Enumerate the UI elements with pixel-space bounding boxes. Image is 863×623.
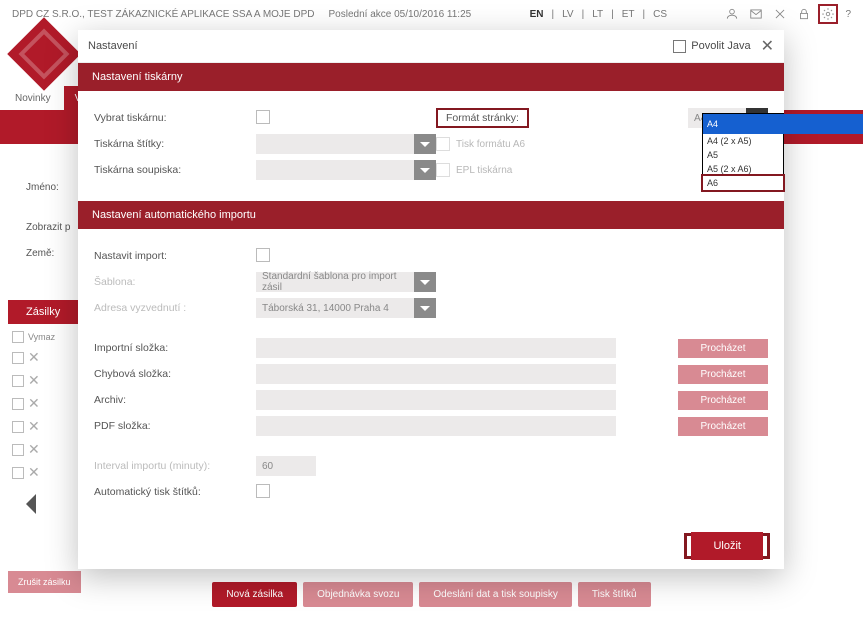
browse-pdf-button[interactable]: Procházet: [678, 417, 768, 436]
user-icon[interactable]: [725, 7, 739, 21]
chevron-down-icon[interactable]: [414, 160, 436, 180]
send-data-button[interactable]: Odeslání dat a tisk soupisky: [419, 582, 572, 607]
epl-printer-checkbox[interactable]: [436, 163, 450, 177]
set-import-label: Nastavit import:: [94, 250, 256, 262]
pickup-address-label: Adresa vyzvednutí :: [94, 302, 256, 314]
pickup-address-select[interactable]: Táborská 31, 14000 Praha 4: [256, 298, 416, 318]
settings-icon[interactable]: [821, 7, 835, 21]
section-printer-header: Nastavení tiskárny: [78, 63, 784, 91]
template-label: Šablona:: [94, 276, 256, 288]
auto-print-label: Automatický tisk štítků:: [94, 486, 256, 498]
a6-print-checkbox[interactable]: [436, 137, 450, 151]
lang-lt[interactable]: LT: [592, 9, 603, 20]
page-format-label: Formát stránky:: [436, 108, 529, 128]
chevron-down-icon[interactable]: [414, 272, 436, 292]
pdf-folder-label: PDF složka:: [94, 420, 256, 432]
help-icon[interactable]: ?: [845, 9, 851, 20]
new-shipment-button[interactable]: Nová zásilka: [212, 582, 297, 607]
printer-labels-label: Tiskárna štítky:: [94, 138, 256, 150]
select-printer-label: Vybrat tiskárnu:: [94, 112, 256, 124]
bg-label-name: Jméno:: [26, 182, 59, 193]
allow-java-label: Povolit Java: [691, 40, 750, 52]
format-option-a4-2a5[interactable]: A4 (2 x A5): [703, 134, 783, 148]
mail-icon[interactable]: [749, 7, 763, 21]
lang-en[interactable]: EN: [530, 9, 544, 20]
dpd-logo: [7, 17, 81, 91]
bg-row-label: Vymaz: [28, 332, 55, 342]
lock-icon[interactable]: [797, 7, 811, 21]
close-icon[interactable]: [773, 7, 787, 21]
printer-list-select[interactable]: [256, 160, 416, 180]
interval-label: Interval importu (minuty):: [94, 460, 256, 472]
lang-cs[interactable]: CS: [653, 9, 667, 20]
format-option-a6[interactable]: A6: [703, 176, 783, 190]
epl-printer-label: EPL tiskárna: [456, 165, 512, 176]
interval-input[interactable]: 60: [256, 456, 316, 476]
bg-label-show: Zobrazit p: [26, 222, 70, 233]
browse-error-button[interactable]: Procházet: [678, 365, 768, 384]
format-option-a4[interactable]: A4: [703, 114, 863, 134]
format-option-a5[interactable]: A5: [703, 148, 783, 162]
error-folder-input[interactable]: [256, 364, 616, 384]
save-highlight: Uložit: [684, 533, 770, 559]
printer-labels-select[interactable]: [256, 134, 416, 154]
archive-label: Archiv:: [94, 394, 256, 406]
lang-et[interactable]: ET: [622, 9, 635, 20]
auto-print-checkbox[interactable]: [256, 484, 270, 498]
save-button[interactable]: Uložit: [691, 532, 763, 560]
modal-title: Nastavení: [88, 40, 138, 52]
tab-news[interactable]: Novinky: [4, 86, 62, 110]
printer-list-label: Tiskárna soupiska:: [94, 164, 256, 176]
template-select[interactable]: Standardní šablona pro import zásil: [256, 272, 416, 292]
last-action: Poslední akce 05/10/2016 11:25: [329, 9, 472, 20]
pdf-folder-input[interactable]: [256, 416, 616, 436]
bg-table: Vymaz ✕ ✕ ✕ ✕ ✕ ✕: [12, 328, 82, 484]
archive-input[interactable]: [256, 390, 616, 410]
chevron-down-icon[interactable]: [414, 134, 436, 154]
section-import-header: Nastavení automatického importu: [78, 201, 784, 229]
page-format-dropdown: A4 A4 (2 x A5) A5 A5 (2 x A6) A6: [702, 113, 784, 191]
format-option-a5-2a6[interactable]: A5 (2 x A6): [703, 162, 783, 176]
language-switcher: EN| LV| LT| ET| CS: [471, 9, 725, 20]
scroll-left-icon[interactable]: [26, 494, 36, 514]
lang-lv[interactable]: LV: [562, 9, 574, 20]
set-import-checkbox[interactable]: [256, 248, 270, 262]
browse-import-button[interactable]: Procházet: [678, 339, 768, 358]
pickup-order-button[interactable]: Objednávka svozu: [303, 582, 413, 607]
browse-archive-button[interactable]: Procházet: [678, 391, 768, 410]
bg-label-country: Země:: [26, 248, 54, 259]
chevron-down-icon[interactable]: [414, 298, 436, 318]
company-name: DPD CZ S.R.O., TEST ZÁKAZNICKÉ APLIKACE …: [12, 9, 315, 20]
error-folder-label: Chybová složka:: [94, 368, 256, 380]
print-labels-button[interactable]: Tisk štítků: [578, 582, 651, 607]
allow-java-checkbox[interactable]: [673, 40, 686, 53]
select-printer-checkbox[interactable]: [256, 110, 270, 124]
import-folder-input[interactable]: [256, 338, 616, 358]
import-folder-label: Importní složka:: [94, 342, 256, 354]
a6-print-label: Tisk formátu A6: [456, 139, 525, 150]
modal-close-button[interactable]: ✕: [761, 36, 774, 56]
settings-modal: Nastavení Povolit Java ✕ Nastavení tiská…: [78, 30, 784, 569]
